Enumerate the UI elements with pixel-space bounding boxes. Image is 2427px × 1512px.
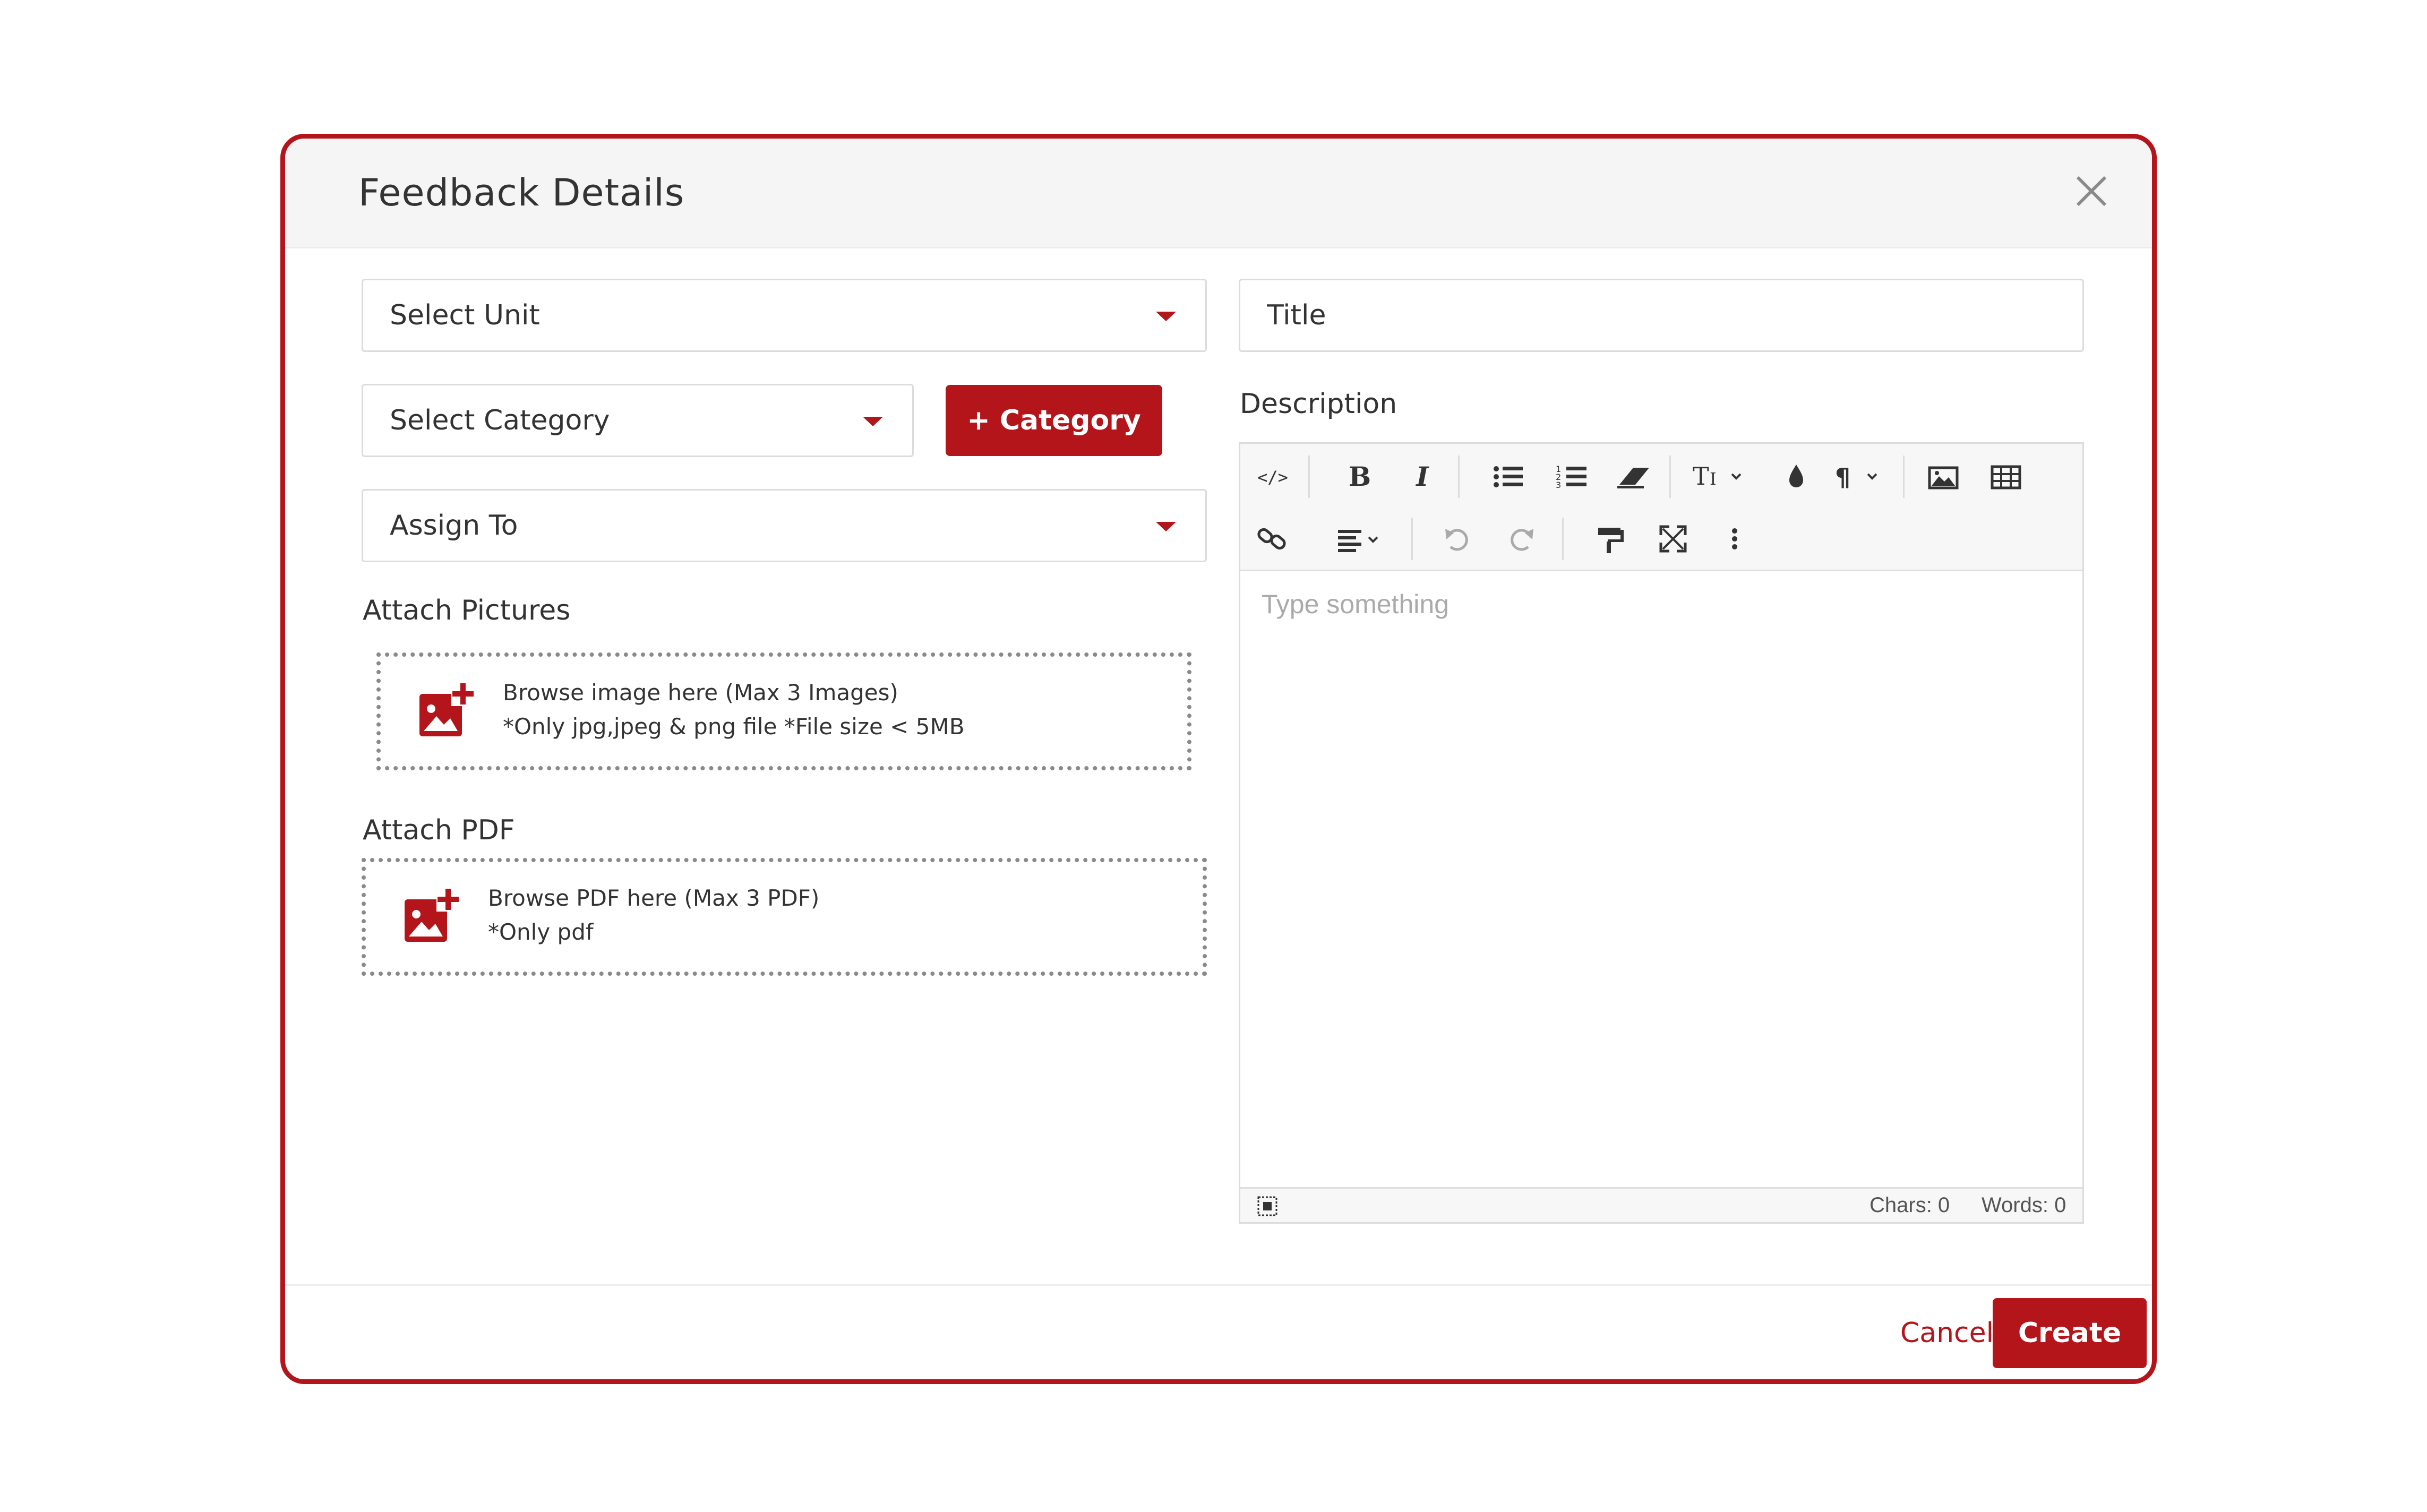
unit-select-label: Select Unit	[390, 299, 540, 331]
svg-text:B: B	[1349, 461, 1371, 492]
rich-text-editor: </> B I 1 2 3 T I ¶ Type something Chars…	[1239, 442, 2084, 1224]
image-dropzone-title: Browse image here (Max 3 Images)	[503, 680, 898, 706]
chevron-down-icon	[863, 417, 883, 426]
attach-pictures-label: Attach Pictures	[363, 595, 571, 626]
text-color-icon[interactable]	[1772, 453, 1820, 501]
numbered-list-icon[interactable]: 1 2 3	[1548, 453, 1596, 501]
assign-to-select-label: Assign To	[390, 510, 518, 542]
align-icon[interactable]	[1330, 515, 1393, 563]
feedback-details-modal: Feedback Details Select Unit Select Cate…	[280, 134, 2157, 1384]
paragraph-icon[interactable]: ¶	[1829, 453, 1892, 501]
modal-title: Feedback Details	[358, 171, 685, 214]
modal-header: Feedback Details	[285, 139, 2152, 248]
editor-content-area[interactable]: Type something	[1240, 573, 2082, 1187]
redo-icon[interactable]	[1497, 515, 1545, 563]
svg-text:T: T	[1693, 462, 1709, 491]
image-icon[interactable]	[1919, 453, 1967, 501]
image-dropzone[interactable]: Browse image here (Max 3 Images) *Only j…	[376, 652, 1191, 770]
editor-statusbar: Chars: 0 Words: 0	[1240, 1187, 2082, 1222]
font-size-icon[interactable]: TI	[1686, 453, 1755, 501]
svg-text:I: I	[1415, 461, 1429, 492]
svg-text:¶: ¶	[1835, 463, 1850, 492]
chevron-down-icon	[1156, 312, 1176, 321]
create-button[interactable]: Create	[1993, 1298, 2147, 1368]
category-select-label: Select Category	[390, 405, 610, 436]
attach-pdf-label: Attach PDF	[363, 814, 515, 846]
category-select[interactable]: Select Category	[362, 384, 914, 457]
format-painter-icon[interactable]	[1586, 515, 1634, 563]
image-dropzone-hint: *Only jpg,jpeg & png file *File size < 5…	[503, 714, 965, 740]
word-count: Words: 0	[1982, 1193, 2066, 1217]
svg-text:</>: </>	[1257, 467, 1288, 487]
pdf-dropzone[interactable]: Browse PDF here (Max 3 PDF) *Only pdf	[362, 858, 1207, 976]
add-image-icon	[419, 682, 475, 738]
bullet-list-icon[interactable]	[1485, 453, 1532, 501]
description-label: Description	[1240, 388, 1397, 420]
code-view-icon[interactable]: </>	[1249, 453, 1297, 501]
add-image-icon	[405, 888, 460, 943]
footer-divider	[285, 1284, 2152, 1286]
title-input[interactable]	[1239, 279, 2084, 352]
unit-select[interactable]: Select Unit	[362, 279, 1207, 352]
bold-icon[interactable]: B	[1336, 453, 1384, 501]
close-icon[interactable]	[2072, 172, 2111, 210]
italic-icon[interactable]: I	[1399, 453, 1446, 501]
char-count: Chars: 0	[1869, 1193, 1950, 1217]
editor-toolbar: </> B I 1 2 3 T I ¶	[1240, 444, 2082, 571]
pdf-dropzone-title: Browse PDF here (Max 3 PDF)	[488, 885, 820, 911]
resize-handle-icon[interactable]	[1256, 1195, 1279, 1217]
svg-text:3: 3	[1556, 480, 1561, 490]
more-icon[interactable]	[1711, 515, 1759, 563]
undo-icon[interactable]	[1434, 515, 1481, 563]
add-category-button[interactable]: + Category	[946, 385, 1162, 456]
svg-text:I: I	[1710, 469, 1717, 489]
pdf-dropzone-hint: *Only pdf	[488, 919, 594, 945]
assign-to-select[interactable]: Assign To	[362, 489, 1207, 562]
eraser-icon[interactable]	[1610, 453, 1658, 501]
chevron-down-icon	[1156, 522, 1176, 531]
link-icon[interactable]	[1249, 515, 1297, 563]
fullscreen-icon[interactable]	[1649, 515, 1697, 563]
table-icon[interactable]	[1982, 453, 2029, 501]
